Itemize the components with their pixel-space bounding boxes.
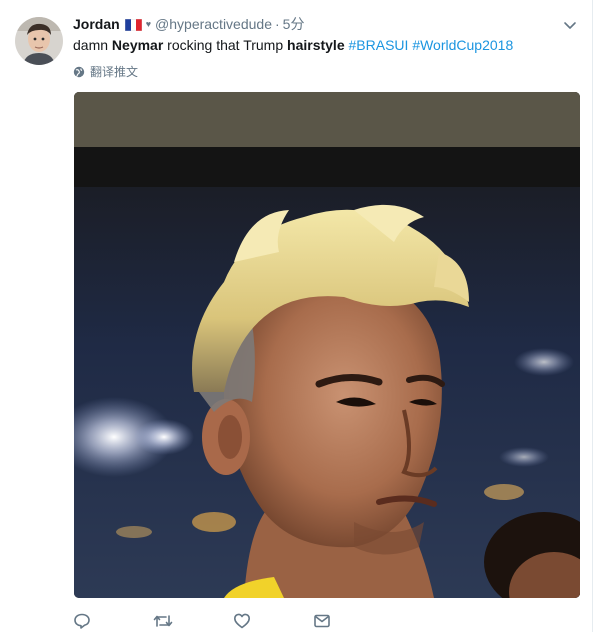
text-part: rocking that Trump xyxy=(163,37,288,53)
hashtag-brasui[interactable]: #BRASUI xyxy=(349,37,409,53)
tweet-actions xyxy=(73,610,393,632)
text-bold-neymar: Neymar xyxy=(111,37,164,53)
envelope-icon xyxy=(314,614,330,628)
tweet-text: damn Neymar rocking that Trump hairstyle… xyxy=(73,35,513,55)
retweet-button[interactable] xyxy=(153,610,233,632)
like-icon xyxy=(234,613,250,629)
tweet-photo[interactable] xyxy=(74,92,580,598)
tweet-header: Jordan ♥ @hyperactivedude · 5分 xyxy=(73,14,304,34)
text-bold-hairstyle: hairstyle xyxy=(287,37,345,53)
chevron-down-icon[interactable] xyxy=(562,17,578,33)
avatar[interactable] xyxy=(15,17,63,65)
hashtag-worldcup2018[interactable]: #WorldCup2018 xyxy=(412,37,513,53)
reply-icon xyxy=(74,613,90,629)
user-handle[interactable]: @hyperactivedude xyxy=(155,16,272,32)
display-name[interactable]: Jordan xyxy=(73,16,120,32)
text-part: damn xyxy=(73,37,112,53)
reply-button[interactable] xyxy=(73,610,153,632)
globe-icon xyxy=(73,66,85,77)
direct-message-button[interactable] xyxy=(313,610,393,632)
translate-label[interactable]: 翻译推文 xyxy=(90,63,138,80)
separator-dot: · xyxy=(274,16,280,32)
timestamp[interactable]: 5分 xyxy=(283,14,305,34)
translate-link[interactable]: 翻译推文 xyxy=(73,63,138,80)
tweet-card[interactable]: Jordan ♥ @hyperactivedude · 5分 damn Neym… xyxy=(0,0,593,632)
france-flag-icon xyxy=(124,18,142,32)
retweet-icon xyxy=(153,615,173,627)
like-button[interactable] xyxy=(233,610,313,632)
heart-icon: ♥ xyxy=(145,19,152,29)
